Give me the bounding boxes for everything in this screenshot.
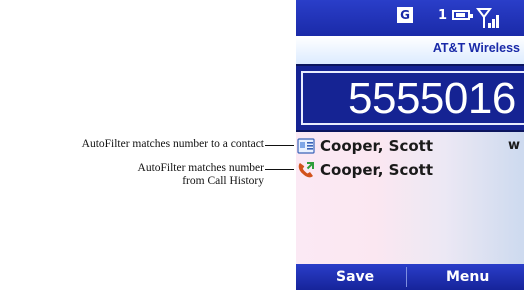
annotation-contact-match: AutoFilter matches number to a contact (82, 138, 264, 151)
save-softkey[interactable]: Save (336, 264, 374, 290)
leader-line (265, 145, 294, 146)
phone-screen: G 1 AT&T Wireless 5555016 Cooper, Scott … (296, 0, 524, 290)
dial-display: 5555016 (296, 64, 524, 132)
status-bar: G 1 (296, 0, 524, 36)
call-history-icon (298, 162, 314, 178)
dialed-number: 5555016 (348, 74, 516, 123)
battery-icon (452, 10, 473, 20)
carrier-name: AT&T Wireless (432, 41, 520, 55)
menu-softkey[interactable]: Menu (446, 264, 489, 290)
gprs-badge: G (397, 7, 413, 23)
annotation-text: AutoFilter matches number to a contact (81, 138, 264, 150)
message-count: 1 (438, 8, 448, 23)
match-row-contact[interactable]: Cooper, Scott w (296, 136, 524, 158)
softkey-divider (406, 267, 407, 287)
contact-card-icon (297, 138, 315, 154)
carrier-banner: AT&T Wireless (296, 36, 524, 64)
annotation-text: AutoFilter matches number (137, 162, 264, 174)
contact-name: Cooper, Scott (320, 161, 433, 179)
signal-icon (476, 8, 499, 28)
softkey-bar: Save Menu (296, 264, 524, 290)
annotation-text: from Call History (182, 175, 264, 187)
match-row-call-history[interactable]: Cooper, Scott (296, 160, 524, 182)
dial-frame: 5555016 (301, 71, 524, 125)
number-type: w (508, 138, 521, 153)
annotation-history-match: AutoFilter matches number from Call Hist… (138, 162, 264, 188)
leader-line (265, 169, 294, 170)
contact-name: Cooper, Scott (320, 137, 433, 155)
